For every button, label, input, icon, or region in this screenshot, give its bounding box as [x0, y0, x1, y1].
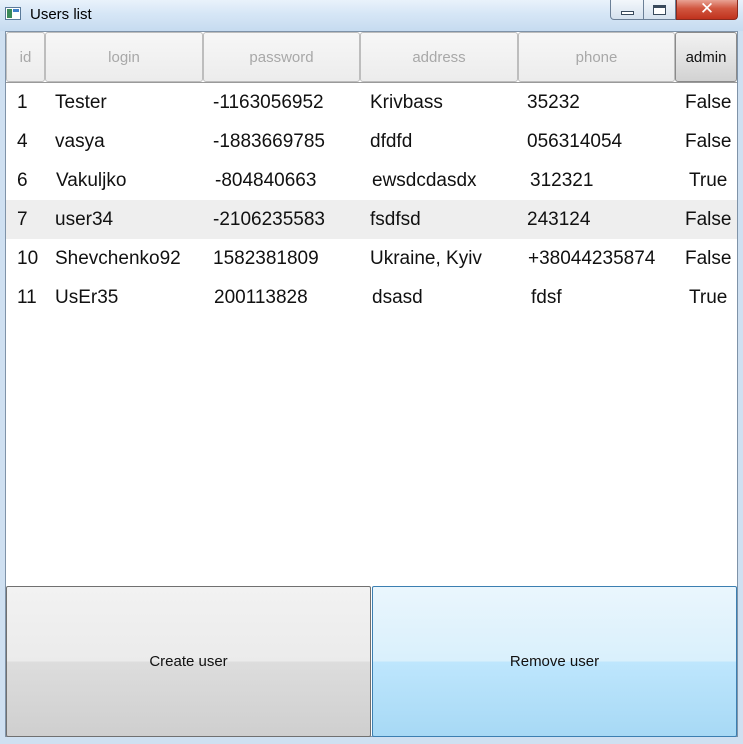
cell-phone: 056314054	[527, 131, 623, 152]
cell-login: Shevchenko92	[55, 248, 181, 269]
close-icon: ✕	[699, 0, 715, 19]
window-title: Users list	[30, 6, 92, 23]
column-header-address[interactable]: address	[360, 32, 518, 82]
cell-address: dfdfd	[370, 131, 413, 152]
table-row[interactable]: 10 Shevchenko92 1582381809 Ukraine, Kyiv +38…	[6, 239, 737, 278]
table-row[interactable]: 1 Tester -1163056952 Krivbass 35232 False	[6, 83, 737, 122]
maximize-icon	[653, 4, 666, 15]
cell-address: ewsdcdasdx	[372, 170, 477, 191]
cell-phone: fdsf	[531, 287, 562, 308]
minimize-button[interactable]	[610, 0, 644, 20]
cell-admin: False	[685, 209, 732, 230]
cell-password: 1582381809	[213, 248, 319, 269]
cell-phone: +38044235874	[528, 248, 656, 269]
cell-login: Tester	[55, 92, 107, 113]
column-header-admin[interactable]: admin	[675, 32, 737, 82]
cell-id: 11	[17, 287, 37, 308]
minimize-icon	[620, 11, 634, 15]
cell-address: Krivbass	[370, 92, 443, 113]
cell-admin: False	[685, 92, 732, 113]
close-button[interactable]: ✕	[676, 0, 738, 20]
column-header-login[interactable]: login	[45, 32, 203, 82]
users-grid-header: id login password address phone admin	[6, 32, 737, 83]
create-user-label: Create user	[149, 653, 228, 670]
cell-id: 7	[17, 209, 28, 230]
cell-id: 1	[17, 92, 28, 113]
cell-password: -1883669785	[213, 131, 325, 152]
maximize-button[interactable]	[643, 0, 676, 20]
cell-phone: 243124	[527, 209, 591, 230]
window-app-icon[interactable]	[5, 7, 21, 20]
cell-password: -804840663	[215, 170, 317, 191]
cell-phone: 35232	[527, 92, 580, 113]
cell-password: -1163056952	[213, 92, 324, 113]
users-grid: 1 Tester -1163056952 Krivbass 35232 False 4 vas…	[6, 83, 737, 586]
cell-login: Vakuljko	[56, 170, 127, 191]
remove-user-label: Remove user	[509, 653, 600, 670]
window-content: id login password address phone admin 1 Tester…	[5, 31, 738, 737]
column-header-phone[interactable]: phone	[518, 32, 675, 82]
cell-id: 4	[17, 131, 28, 152]
cell-admin: False	[685, 248, 732, 269]
cell-address: Ukraine, Kyiv	[370, 248, 482, 269]
title-bar[interactable]: Users list ✕	[0, 0, 743, 31]
cell-login: UsEr35	[55, 287, 119, 308]
cell-login: user34	[55, 209, 114, 230]
cell-phone: 312321	[530, 170, 594, 191]
cell-id: 10	[17, 248, 39, 269]
cell-admin: True	[689, 287, 728, 308]
remove-user-button[interactable]: Remove user	[372, 586, 737, 737]
table-row[interactable]: 11 UsEr35 200113828 dsasd fdsf True	[6, 278, 737, 317]
cell-admin: True	[689, 170, 728, 191]
cell-login: vasya	[55, 131, 105, 152]
cell-id: 6	[17, 170, 28, 191]
cell-address: dsasd	[372, 287, 423, 308]
cell-admin: False	[685, 131, 732, 152]
table-row[interactable]: 7 user34 -2106235583 fsdfsd 243124 False	[6, 200, 737, 239]
cell-password: -2106235583	[213, 209, 325, 230]
cell-password: 200113828	[214, 287, 308, 308]
table-row[interactable]: 6 Vakuljko -804840663 ewsdcdasdx 312321 True	[6, 161, 737, 200]
cell-address: fsdfsd	[370, 209, 421, 230]
column-header-id[interactable]: id	[6, 32, 45, 82]
column-header-password[interactable]: password	[203, 32, 360, 82]
create-user-button[interactable]: Create user	[6, 586, 371, 737]
table-row[interactable]: 4 vasya -1883669785 dfdfd 056314054 False	[6, 122, 737, 161]
